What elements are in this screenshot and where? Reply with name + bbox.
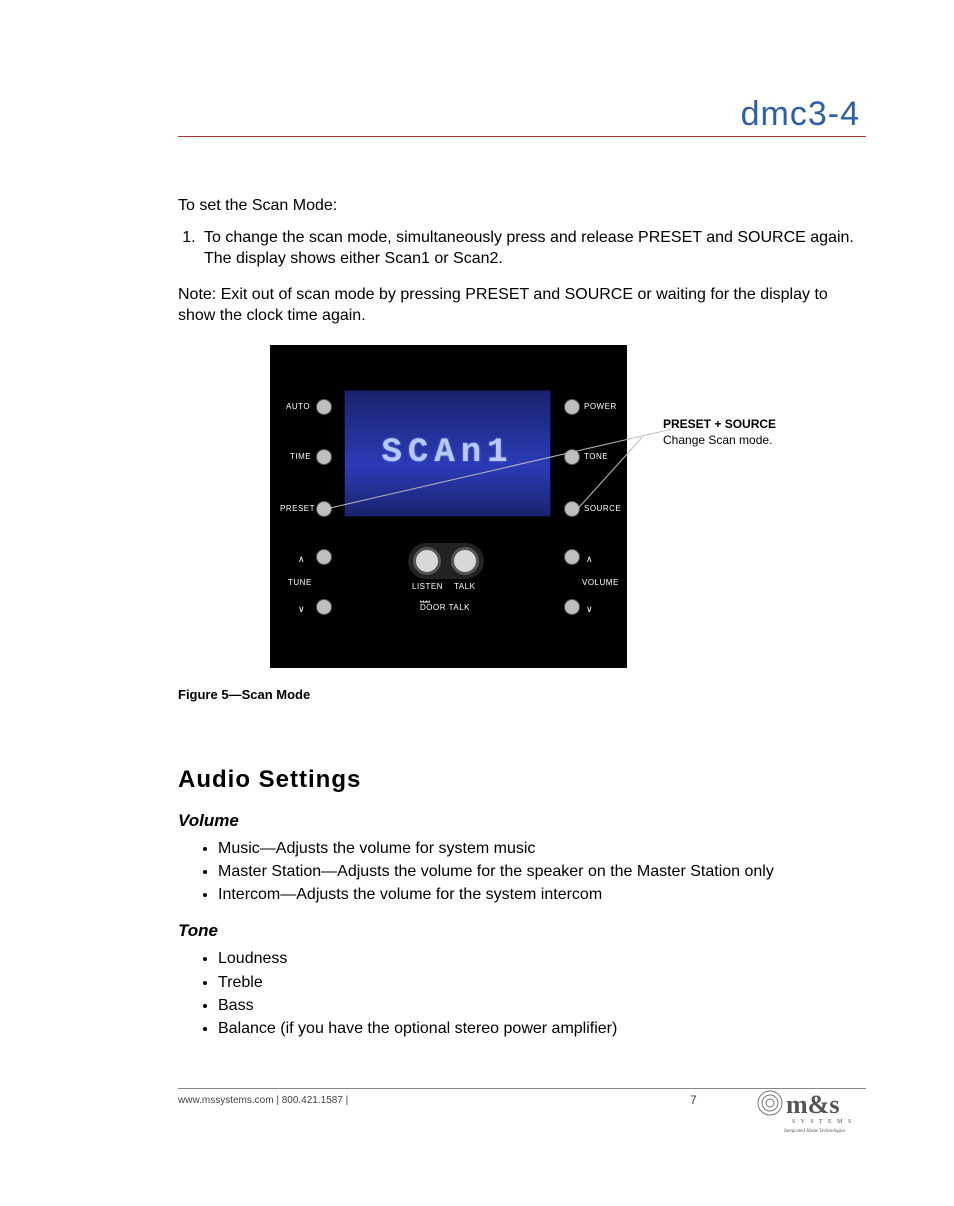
steps-list: To change the scan mode, simultaneously … [178, 227, 866, 270]
chevron-up-icon: ∧ [586, 553, 593, 565]
button-tune-down[interactable] [316, 599, 332, 615]
intro-text: To set the Scan Mode: [178, 195, 866, 217]
heading-volume: Volume [178, 810, 866, 833]
list-item: Bass [218, 994, 866, 1017]
label-auto: AUTO [286, 402, 310, 413]
footer-text: www.mssystems.com | 800.421.1587 | [178, 1095, 348, 1106]
button-preset[interactable] [316, 501, 332, 517]
label-time: TIME [290, 452, 311, 463]
button-volume-up[interactable] [564, 549, 580, 565]
heading-tone: Tone [178, 920, 866, 943]
list-item: Balance (if you have the optional stereo… [218, 1017, 866, 1040]
figure-scan-mode: SCAn1 AUTO TIME PRESET ∧ TUNE ∨ POWER TO… [178, 345, 866, 678]
label-preset: PRESET [280, 504, 315, 515]
label-tone: TONE [584, 452, 608, 463]
button-talk[interactable] [451, 547, 479, 575]
list-item: Master Station—Adjusts the volume for th… [218, 860, 866, 883]
note-text: Note: Exit out of scan mode by pressing … [178, 284, 866, 327]
page-footer: www.mssystems.com | 800.421.1587 | 7 m&s… [178, 1088, 866, 1106]
callout-title: PRESET + SOURCE [663, 417, 776, 431]
chevron-up-icon: ∧ [298, 553, 305, 565]
svg-text:Integrated Home Technologies: Integrated Home Technologies [783, 1129, 846, 1134]
callout-sub: Change Scan mode. [663, 433, 772, 447]
label-source: SOURCE [584, 504, 621, 515]
volume-list: Music—Adjusts the volume for system musi… [178, 837, 866, 907]
label-tune: TUNE [288, 578, 312, 589]
brand-logo: m&s S Y S T E M S Integrated Home Techno… [756, 1085, 866, 1135]
list-item: Loudness [218, 947, 866, 970]
label-volume: VOLUME [582, 578, 619, 589]
callout-preset-source: PRESET + SOURCE Change Scan mode. [663, 417, 833, 448]
list-item: Music—Adjusts the volume for system musi… [218, 837, 866, 860]
chevron-down-icon: ∨ [298, 603, 305, 615]
device-panel: SCAn1 AUTO TIME PRESET ∧ TUNE ∨ POWER TO… [270, 345, 627, 668]
figure-caption: Figure 5—Scan Mode [178, 686, 866, 704]
step-1: To change the scan mode, simultaneously … [200, 227, 866, 270]
product-header: dmc3-4 [178, 95, 866, 137]
label-door-talk: DOOR TALK [420, 603, 470, 614]
list-item: Treble [218, 971, 866, 994]
heading-audio-settings: Audio Settings [178, 764, 866, 796]
button-auto[interactable] [316, 399, 332, 415]
list-item: Intercom—Adjusts the volume for the syst… [218, 883, 866, 906]
chevron-down-icon: ∨ [586, 603, 593, 615]
svg-text:m&s: m&s [786, 1090, 839, 1119]
page-number: 7 [690, 1093, 697, 1107]
listen-talk-group [408, 543, 484, 579]
button-power[interactable] [564, 399, 580, 415]
label-power: POWER [584, 402, 617, 413]
button-volume-down[interactable] [564, 599, 580, 615]
button-tune-up[interactable] [316, 549, 332, 565]
button-time[interactable] [316, 449, 332, 465]
svg-text:S Y S T E M S: S Y S T E M S [792, 1119, 853, 1125]
button-listen[interactable] [413, 547, 441, 575]
tone-list: Loudness Treble Bass Balance (if you hav… [178, 947, 866, 1040]
label-talk: TALK [454, 582, 475, 593]
